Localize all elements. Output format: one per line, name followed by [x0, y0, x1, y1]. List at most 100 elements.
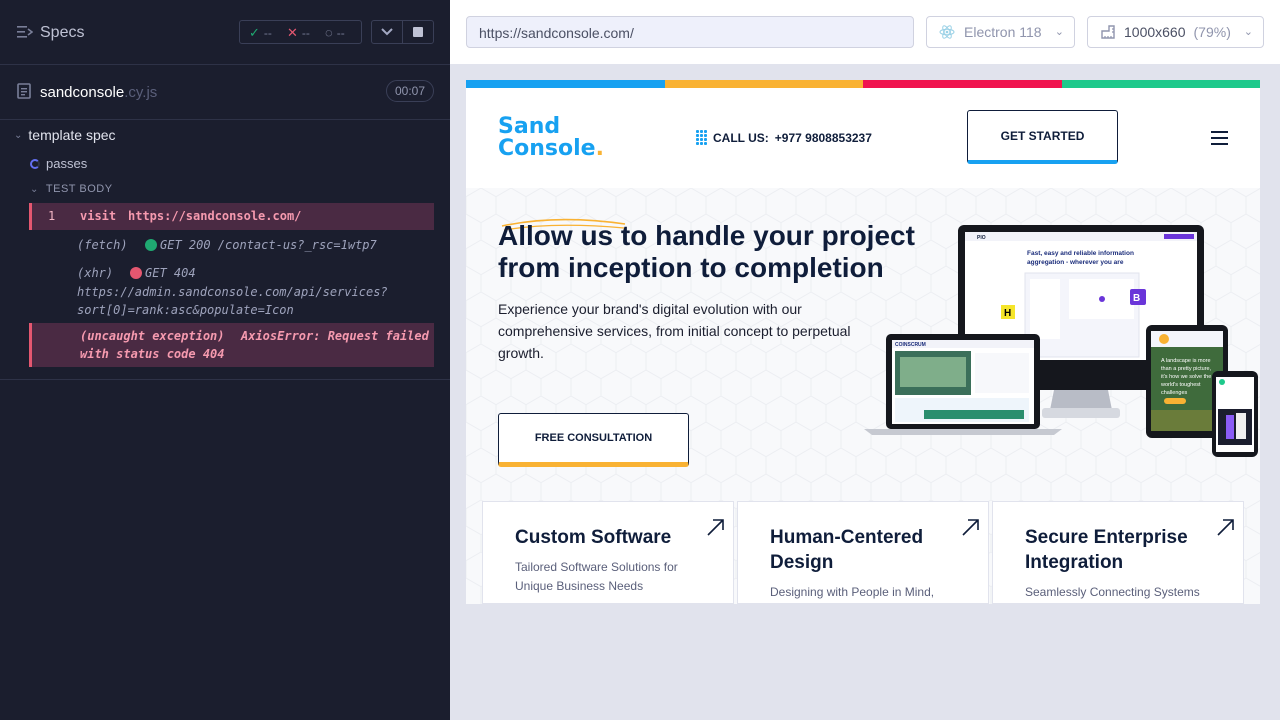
- error-status-icon: [130, 267, 142, 279]
- device-mockups-image: PIO Fast, easy and reliable information …: [864, 225, 1258, 457]
- command-url: https://admin.sandconsole.com/api/servic…: [77, 285, 388, 299]
- svg-text:it's how we solve the: it's how we solve the: [1161, 374, 1211, 380]
- hero-subtitle: Experience your brand's digital evolutio…: [498, 301, 851, 361]
- color-segment-red: [863, 80, 1062, 88]
- failed-count: ✕ --: [287, 25, 310, 41]
- ruler-icon: [1101, 25, 1115, 39]
- command-url-query: sort[0]=rank:asc&populate=Icon: [77, 303, 294, 317]
- arrow-up-right-icon[interactable]: [705, 516, 727, 538]
- aut-toolbar: https://sandconsole.com/ Electron 118 ⌄ …: [450, 0, 1280, 64]
- suite-title: template spec: [28, 127, 116, 143]
- phone-number: +977 9808853237: [774, 130, 872, 145]
- command-name: (uncaught exception): [80, 329, 225, 343]
- success-status-icon: [145, 239, 157, 251]
- command-message: GET 404: [145, 266, 196, 280]
- service-card[interactable]: Human-Centered Design Designing with Peo…: [737, 501, 989, 604]
- chevron-down-icon: [381, 28, 393, 36]
- card-title: Human-Centered Design: [770, 527, 924, 573]
- electron-icon: [939, 25, 955, 39]
- svg-text:world's toughest: world's toughest: [1160, 382, 1201, 388]
- url-bar[interactable]: https://sandconsole.com/: [466, 16, 914, 48]
- suite-row[interactable]: ⌄ template spec: [14, 127, 116, 143]
- command-name: visit: [80, 209, 117, 223]
- test-body-header[interactable]: ⌄ TEST BODY: [30, 183, 113, 195]
- caret-down-icon: ⌄: [30, 183, 39, 195]
- app-under-test-panel: https://sandconsole.com/ Electron 118 ⌄ …: [450, 0, 1280, 720]
- arrow-up-right-icon[interactable]: [1215, 516, 1237, 538]
- command-message: GET 200 /contact-us?_rsc=1wtp7: [160, 238, 377, 252]
- svg-text:aggregation - wherever you are: aggregation - wherever you are: [1027, 259, 1124, 266]
- services-cards: Custom Software Tailored Software Soluti…: [482, 501, 1244, 604]
- specs-title[interactable]: Specs: [40, 24, 84, 42]
- expand-button[interactable]: [371, 20, 403, 44]
- test-body-label: TEST BODY: [45, 183, 113, 195]
- color-segment-green: [1061, 80, 1260, 88]
- free-consultation-button[interactable]: FREE CONSULTATION: [498, 413, 689, 467]
- command-name: (xhr): [77, 266, 114, 280]
- passed-count: ✓ --: [249, 25, 272, 41]
- stop-icon: [413, 27, 423, 37]
- file-base-name: sandconsole: [40, 84, 125, 101]
- site-logo[interactable]: Sand Console.: [498, 116, 604, 160]
- get-started-button[interactable]: GET STARTED: [967, 110, 1118, 164]
- browser-name: Electron 118: [964, 24, 1042, 40]
- card-title: Custom Software: [515, 527, 672, 548]
- chevron-down-icon: ⌄: [1054, 26, 1064, 38]
- duration-badge: 00:07: [386, 80, 434, 102]
- svg-text:COINSCRUM: COINSCRUM: [895, 342, 926, 348]
- card-description: Tailored Software Solutions for Unique B…: [515, 560, 678, 593]
- divider: [0, 379, 450, 380]
- pending-circle-icon: ◌: [325, 25, 333, 40]
- logo-dot: .: [595, 136, 604, 161]
- card-description: Seamlessly Connecting Systems: [1025, 585, 1200, 599]
- command-name: (fetch): [77, 238, 128, 252]
- test-title: passes: [46, 156, 88, 171]
- pending-value: --: [336, 25, 345, 40]
- spec-file-name[interactable]: sandconsole.cy.js: [40, 84, 157, 101]
- error-message-cont: with status code 404: [80, 347, 225, 361]
- running-spinner-icon: [30, 158, 40, 169]
- brand-color-bar: [466, 80, 1260, 88]
- command-fetch[interactable]: (fetch) GET 200 /contact-us?_rsc=1wtp7: [29, 236, 434, 256]
- svg-text:Fast, easy and reliable inform: Fast, easy and reliable information: [1027, 250, 1134, 257]
- service-card[interactable]: Secure Enterprise Integration Seamlessly…: [992, 501, 1244, 604]
- command-number: 1: [48, 209, 56, 223]
- color-segment-yellow: [664, 80, 863, 88]
- error-message: AxiosError: Request failed: [241, 329, 429, 343]
- logo-line-2: Console: [498, 136, 596, 161]
- zoom-level: (79%): [1193, 24, 1231, 40]
- phone-keypad-icon: [696, 130, 707, 145]
- stop-button[interactable]: [402, 20, 434, 44]
- command-visit[interactable]: 1 visit https://sandconsole.com/: [29, 203, 434, 230]
- pending-count: ◌ --: [325, 25, 345, 40]
- check-icon: ✓: [249, 25, 260, 40]
- browser-selector[interactable]: Electron 118 ⌄: [926, 16, 1075, 48]
- svg-text:than a pretty picture,: than a pretty picture,: [1161, 366, 1212, 372]
- call-us[interactable]: CALL US: +977 9808853237: [696, 130, 872, 145]
- command-xhr[interactable]: (xhr) GET 404 https://admin.sandconsole.…: [29, 264, 434, 320]
- command-log-panel: Specs ✓ -- ✕ -- ◌ -- sandconsole.cy.js 0…: [0, 0, 450, 720]
- logo-line-1: Sand: [498, 114, 561, 139]
- card-description: Designing with People in Mind,: [770, 585, 935, 599]
- command-argument: https://sandconsole.com/: [128, 209, 302, 223]
- svg-text:A landscape is more: A landscape is more: [1161, 358, 1211, 364]
- svg-text:challenges: challenges: [1161, 390, 1188, 396]
- failed-value: --: [301, 26, 310, 40]
- file-extension: .cy.js: [124, 84, 158, 101]
- viewport-selector[interactable]: 1000x660 (79%) ⌄: [1087, 16, 1264, 48]
- caret-down-icon: ⌄: [14, 129, 23, 141]
- svg-text:H: H: [1004, 308, 1011, 319]
- command-error[interactable]: (uncaught exception) AxiosError: Request…: [29, 323, 434, 367]
- svg-text:PIO: PIO: [977, 235, 986, 241]
- specs-list-icon[interactable]: [17, 25, 33, 39]
- viewport-size: 1000x660: [1124, 24, 1186, 40]
- arrow-up-right-icon[interactable]: [960, 516, 982, 538]
- chevron-down-icon: ⌄: [1243, 26, 1253, 38]
- specs-header: Specs ✓ -- ✕ -- ◌ --: [0, 0, 450, 65]
- test-row[interactable]: passes: [30, 156, 87, 171]
- hamburger-menu-icon[interactable]: [1211, 131, 1228, 145]
- test-stats: ✓ -- ✕ -- ◌ --: [239, 20, 362, 44]
- service-card[interactable]: Custom Software Tailored Software Soluti…: [482, 501, 734, 604]
- svg-text:B: B: [1133, 293, 1140, 304]
- passed-value: --: [263, 26, 272, 40]
